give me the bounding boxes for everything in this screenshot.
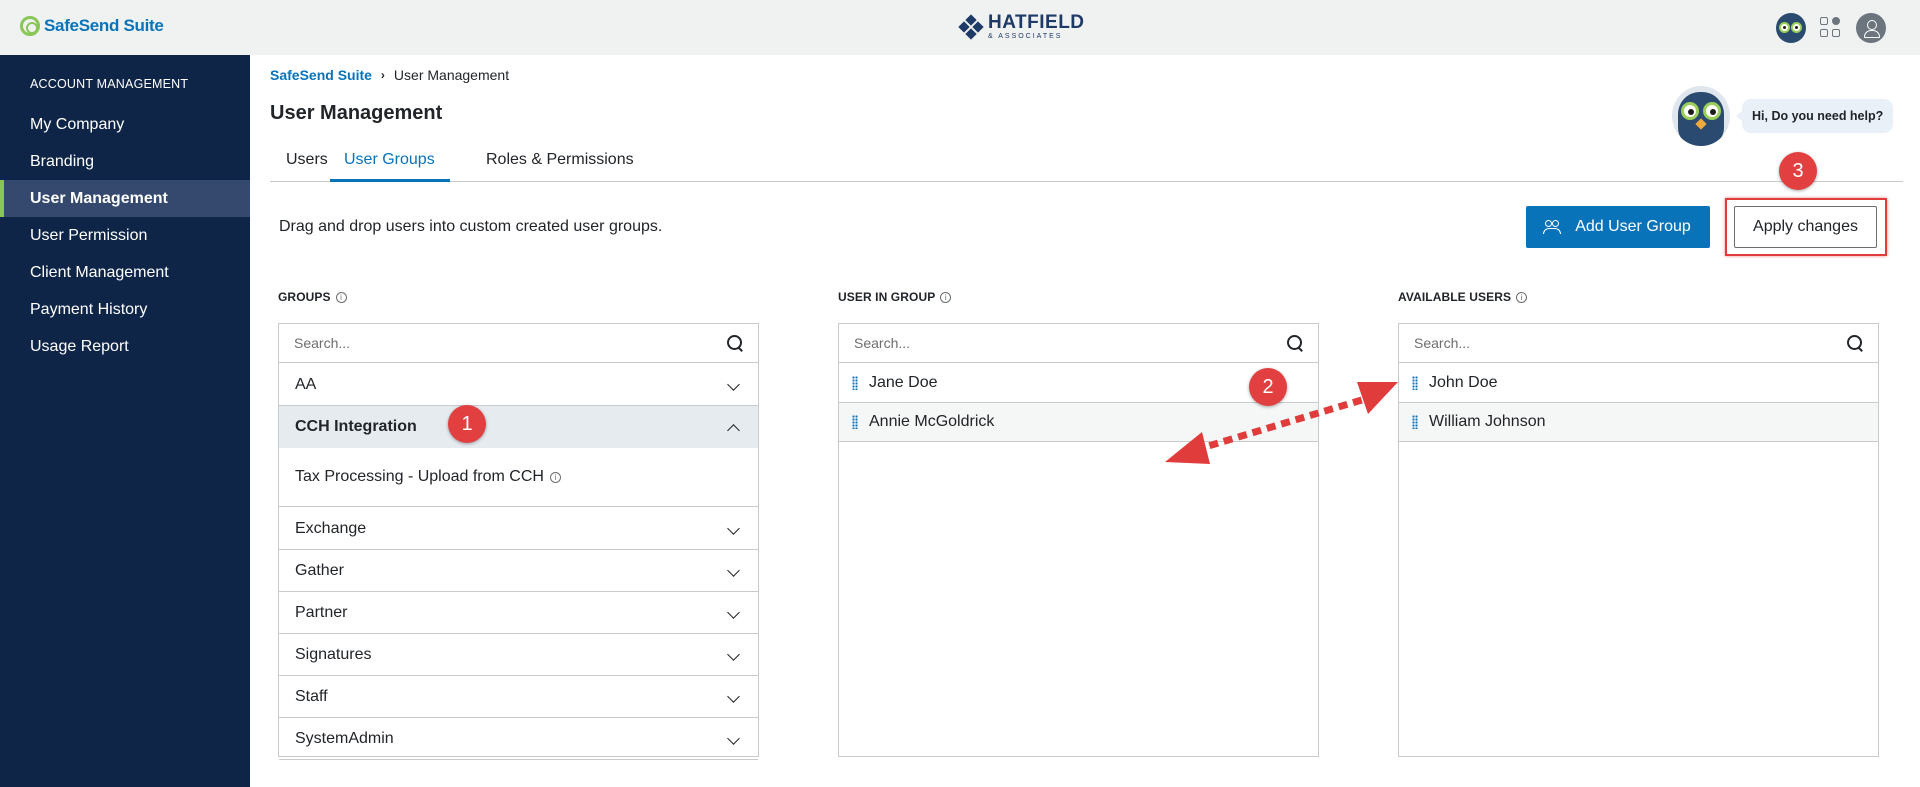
drag-handle-icon[interactable] <box>1412 415 1418 429</box>
group-row-staff[interactable]: Staff <box>279 676 758 718</box>
breadcrumb-root-link[interactable]: SafeSend Suite <box>270 67 372 83</box>
top-header: SafeSend Suite HATFIELD & ASSOCIATES <box>0 0 1920 55</box>
sidebar-section-title: ACCOUNT MANAGEMENT <box>30 77 189 91</box>
step-badge-3: 3 <box>1779 152 1817 190</box>
search-icon[interactable] <box>1287 335 1303 351</box>
available-users-search-input[interactable] <box>1399 324 1819 362</box>
step-badge-2: 2 <box>1249 368 1287 406</box>
user-in-group-search <box>839 324 1318 363</box>
group-row-cch-integration[interactable]: CCH Integration <box>279 406 758 448</box>
group-row-gather[interactable]: Gather <box>279 550 758 592</box>
subgroup-row[interactable]: Tax Processing - Upload from CCH i <box>279 448 758 507</box>
group-row-signatures[interactable]: Signatures <box>279 634 758 676</box>
user-profile-icon[interactable] <box>1856 13 1886 43</box>
info-icon[interactable]: i <box>940 291 952 303</box>
arrow-shaft <box>1193 392 1377 454</box>
info-icon[interactable]: i <box>1516 291 1528 303</box>
company-subtitle: & ASSOCIATES <box>988 33 1063 40</box>
assistant-owl-icon[interactable] <box>1672 86 1730 146</box>
company-name: HATFIELD <box>988 12 1085 33</box>
page-title: User Management <box>270 102 443 124</box>
chevron-down-icon[interactable] <box>727 648 740 661</box>
available-users-search <box>1399 324 1878 363</box>
breadcrumb-current: User Management <box>393 67 510 83</box>
chevron-down-icon[interactable] <box>727 606 740 619</box>
group-row-exchange[interactable]: Exchange <box>279 508 758 550</box>
tab-roles-permissions[interactable]: Roles & Permissions <box>486 146 634 182</box>
chevron-up-icon[interactable] <box>727 424 740 437</box>
help-owl-icon[interactable] <box>1776 13 1806 43</box>
sidebar: ACCOUNT MANAGEMENT My Company Branding U… <box>0 55 250 787</box>
available-users-label: AVAILABLE USERS i <box>1398 290 1528 304</box>
add-users-icon <box>1543 220 1567 234</box>
group-row-partner[interactable]: Partner <box>279 592 758 634</box>
info-icon[interactable]: i <box>549 471 561 483</box>
user-in-group-label: USER IN GROUP i <box>838 290 952 304</box>
arrow-head-right <box>1357 382 1398 414</box>
sidebar-item-my-company[interactable]: My Company <box>0 106 250 143</box>
chevron-down-icon[interactable] <box>727 690 740 703</box>
arrow-head-left <box>1165 432 1210 464</box>
brand-name: SafeSend Suite <box>44 16 164 35</box>
groups-label: GROUPS i <box>278 290 347 304</box>
drag-handle-icon[interactable] <box>852 415 858 429</box>
chevron-down-icon[interactable] <box>727 564 740 577</box>
info-icon[interactable]: i <box>335 291 347 303</box>
add-user-group-button[interactable]: Add User Group <box>1526 206 1710 248</box>
drag-handle-icon[interactable] <box>852 376 858 390</box>
available-users-panel: John Doe William Johnson <box>1398 323 1879 757</box>
chevron-down-icon[interactable] <box>727 378 740 391</box>
safesend-logo-icon <box>20 16 40 36</box>
tab-users[interactable]: Users <box>286 146 328 182</box>
breadcrumb-separator-icon: › <box>380 68 385 82</box>
group-row-systemadmin[interactable]: SystemAdmin <box>279 718 758 760</box>
app-switcher-icon[interactable] <box>1820 17 1842 39</box>
user-in-group-search-input[interactable] <box>839 324 1259 362</box>
sidebar-item-usage-report[interactable]: Usage Report <box>0 328 250 365</box>
sidebar-item-user-management[interactable]: User Management <box>0 180 250 217</box>
instructions-text: Drag and drop users into custom created … <box>279 218 663 235</box>
chevron-down-icon[interactable] <box>727 522 740 535</box>
step-badge-1: 1 <box>448 405 486 443</box>
groups-panel: AA CCH Integration Tax Processing - Uplo… <box>278 323 759 760</box>
groups-search <box>279 324 758 363</box>
groups-search-input[interactable] <box>279 324 699 362</box>
help-bubble[interactable]: Hi, Do you need help? <box>1735 99 1894 133</box>
add-user-group-label: Add User Group <box>1575 218 1691 235</box>
user-row-john-doe[interactable]: John Doe <box>1399 364 1878 403</box>
tab-user-groups[interactable]: User Groups <box>330 146 450 182</box>
drag-handle-icon[interactable] <box>1412 376 1418 390</box>
user-row-william-johnson[interactable]: William Johnson <box>1399 403 1878 442</box>
sidebar-item-client-management[interactable]: Client Management <box>0 254 250 291</box>
sidebar-item-branding[interactable]: Branding <box>0 143 250 180</box>
chevron-down-icon[interactable] <box>727 732 740 745</box>
apply-changes-highlight <box>1725 198 1887 256</box>
tab-bar: Users User Groups Roles & Permissions <box>270 146 1903 182</box>
search-icon[interactable] <box>727 335 743 351</box>
company-logo: HATFIELD & ASSOCIATES <box>958 12 1085 40</box>
breadcrumb: SafeSend Suite › User Management <box>270 67 509 83</box>
sidebar-item-payment-history[interactable]: Payment History <box>0 291 250 328</box>
search-icon[interactable] <box>1847 335 1863 351</box>
sidebar-item-user-permission[interactable]: User Permission <box>0 217 250 254</box>
group-row-aa[interactable]: AA <box>279 364 758 406</box>
company-mark-icon <box>958 13 984 40</box>
brand-logo-link[interactable]: SafeSend Suite <box>20 16 164 36</box>
